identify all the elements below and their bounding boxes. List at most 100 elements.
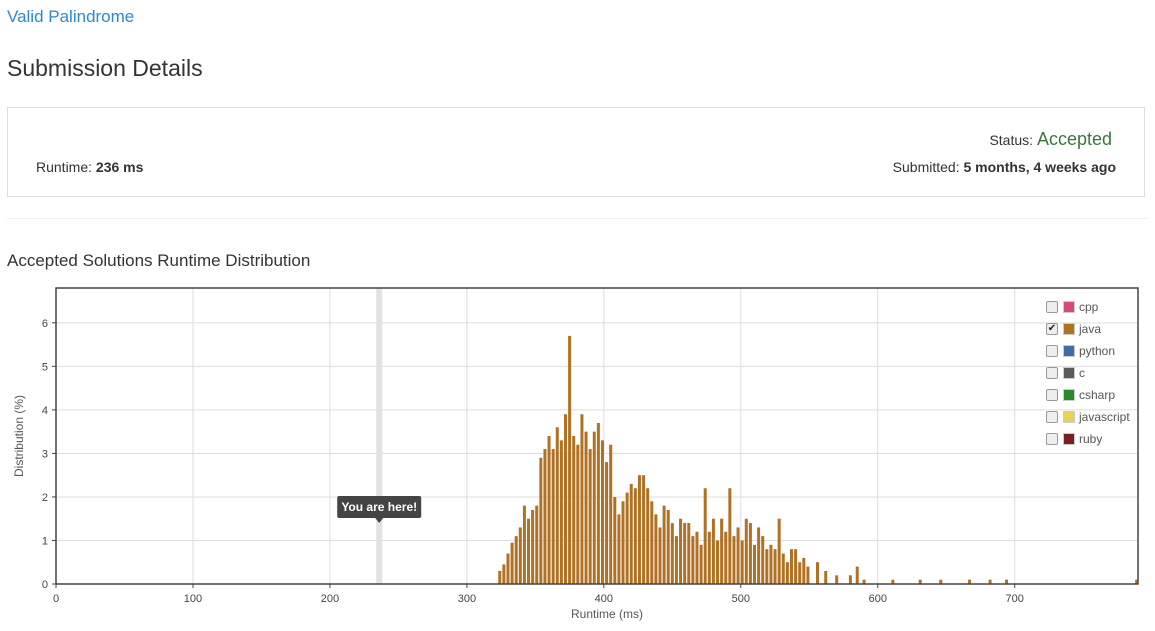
runtime-label: Runtime:	[36, 159, 93, 175]
status-label: Status:	[989, 132, 1034, 148]
problem-link[interactable]: Valid Palindrome	[7, 7, 134, 27]
bar	[848, 575, 852, 584]
x-tick-label: 500	[732, 593, 750, 605]
current-runtime-marker	[376, 288, 383, 584]
bar	[621, 501, 625, 584]
bar	[802, 557, 806, 584]
bar	[613, 496, 617, 584]
legend-checkbox[interactable]	[1046, 345, 1058, 357]
bar	[633, 488, 637, 584]
bar	[502, 564, 506, 584]
x-axis-label: Runtime (ms)	[571, 607, 643, 621]
x-tick-label: 0	[53, 593, 59, 605]
bar	[588, 449, 592, 584]
x-tick-label: 100	[184, 593, 202, 605]
legend-swatch	[1063, 345, 1075, 357]
legend-label: cpp	[1079, 300, 1099, 314]
bar	[816, 562, 820, 584]
page-title: Submission Details	[7, 55, 203, 81]
bar	[806, 566, 810, 584]
bar	[498, 570, 502, 584]
bar	[514, 536, 518, 584]
bar	[728, 488, 732, 584]
legend-swatch	[1063, 389, 1075, 401]
section-title: Accepted Solutions Runtime Distribution	[7, 251, 311, 270]
legend-checkbox[interactable]	[1046, 433, 1058, 445]
y-tick-label: 5	[42, 361, 48, 373]
legend-checkbox[interactable]	[1046, 301, 1058, 313]
legend-checkbox[interactable]	[1046, 367, 1058, 379]
bar	[724, 531, 728, 584]
y-tick-label: 3	[42, 448, 48, 460]
y-tick-label: 2	[42, 492, 48, 504]
you-are-here-label: You are here!	[341, 500, 417, 514]
legend-swatch	[1063, 411, 1075, 423]
bar	[522, 505, 526, 584]
bar	[835, 575, 839, 584]
legend-item-java[interactable]: ✔ java	[1046, 318, 1130, 340]
chart-legend: cpp ✔ java python c csharp javascript ruby	[1046, 296, 1130, 450]
bar	[609, 444, 613, 584]
legend-item-c[interactable]: c	[1046, 362, 1130, 384]
bar	[707, 531, 711, 584]
legend-checkbox[interactable]	[1046, 411, 1058, 423]
bar	[535, 505, 539, 584]
bar	[687, 523, 691, 584]
legend-swatch	[1063, 301, 1075, 313]
bar	[769, 544, 773, 584]
submitted-line: Submitted: 5 months, 4 weeks ago	[893, 159, 1116, 175]
legend-item-csharp[interactable]: csharp	[1046, 384, 1130, 406]
bar	[740, 540, 744, 584]
bar	[798, 562, 802, 584]
bar	[568, 335, 572, 584]
divider	[7, 218, 1147, 219]
x-tick-label: 400	[595, 593, 613, 605]
y-tick-label: 4	[42, 405, 48, 417]
legend-label: java	[1079, 322, 1102, 336]
legend-checkbox[interactable]	[1046, 389, 1058, 401]
bar	[679, 518, 683, 584]
bar	[600, 440, 604, 584]
submission-details-panel: Status: Accepted Runtime: 236 ms Submitt…	[7, 107, 1145, 197]
bar	[646, 488, 650, 584]
bar	[572, 436, 576, 584]
x-tick-label: 600	[869, 593, 887, 605]
bar	[576, 444, 580, 584]
legend-item-javascript[interactable]: javascript	[1046, 406, 1130, 428]
bar	[584, 431, 588, 584]
x-tick-label: 700	[1006, 593, 1024, 605]
bar	[637, 475, 641, 584]
bar	[518, 527, 522, 584]
legend-swatch	[1063, 367, 1075, 379]
status-value: Accepted	[1036, 129, 1112, 149]
bar	[605, 462, 609, 584]
bar	[662, 505, 666, 584]
bar	[794, 549, 798, 584]
bar	[580, 414, 584, 584]
legend-checkbox[interactable]: ✔	[1046, 323, 1058, 335]
bar	[757, 527, 761, 584]
bar	[711, 518, 715, 584]
legend-label: javascript	[1079, 410, 1130, 424]
bar	[695, 531, 699, 584]
bar	[654, 514, 658, 584]
bar	[716, 540, 720, 584]
bar	[753, 544, 757, 584]
bar	[670, 523, 674, 584]
x-tick-label: 300	[458, 593, 476, 605]
bar	[539, 457, 543, 584]
legend-item-ruby[interactable]: ruby	[1046, 428, 1130, 450]
bar	[785, 562, 789, 584]
legend-swatch	[1063, 323, 1075, 335]
bar	[563, 414, 567, 584]
runtime-distribution-chart: 0 100 200 300 400 500 600 700 0 1 2 3 4 5 6 Runtime (ms…	[12, 287, 1139, 621]
bar	[547, 436, 551, 584]
runtime-line: Runtime: 236 ms	[36, 159, 143, 175]
x-tick-label: 200	[321, 593, 339, 605]
bar	[683, 523, 687, 584]
y-tick-label: 6	[42, 318, 48, 330]
legend-item-python[interactable]: python	[1046, 340, 1130, 362]
bar	[777, 518, 781, 584]
bar	[824, 570, 828, 584]
legend-item-cpp[interactable]: cpp	[1046, 296, 1130, 318]
